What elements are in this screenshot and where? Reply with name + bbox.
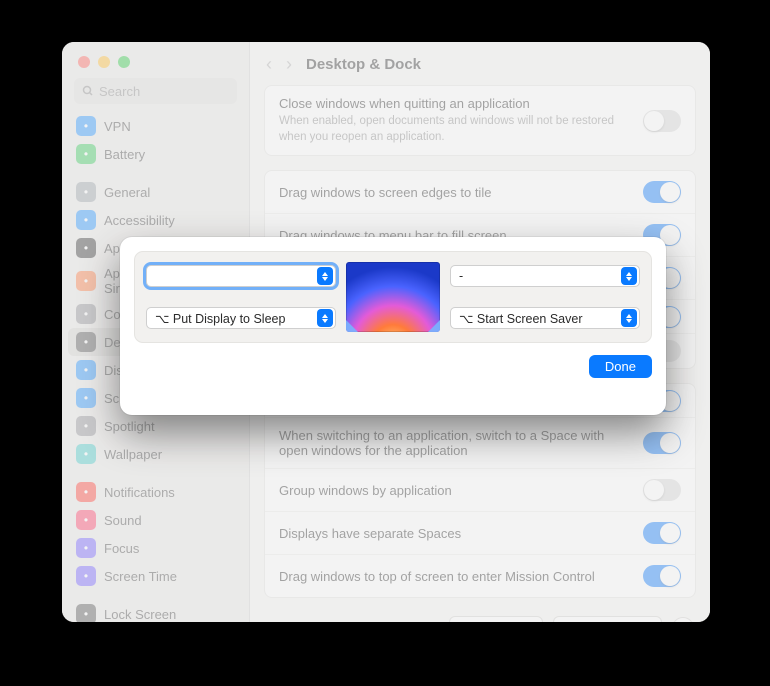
sidebar-item-label: Wallpaper (104, 447, 162, 462)
sidebar-item-label: Focus (104, 541, 139, 556)
screensaver-icon: • (76, 388, 96, 408)
lock-icon: • (76, 604, 96, 622)
edges-toggle[interactable] (643, 181, 681, 203)
fullscreen-window-button[interactable] (118, 56, 130, 68)
sidebar-item-label: General (104, 185, 150, 200)
person-icon: • (76, 210, 96, 230)
battery-icon: • (76, 144, 96, 164)
corner-bottom-right-value: ⌥ Start Screen Saver (459, 311, 582, 326)
chevrons-icon (621, 309, 637, 327)
group-windows-toggle[interactable] (643, 479, 681, 501)
chevrons-icon (621, 267, 637, 285)
page-title: Desktop & Dock (306, 56, 421, 73)
close-windows-toggle[interactable] (643, 110, 681, 132)
close-window-button[interactable] (78, 56, 90, 68)
corner-bottom-right-select[interactable]: ⌥ Start Screen Saver (450, 307, 640, 329)
sidebar-item-label: Screen Time (104, 569, 177, 584)
appearance-icon: • (76, 238, 96, 258)
minimize-window-button[interactable] (98, 56, 110, 68)
dock-icon: • (76, 332, 96, 352)
hot-corners-grid: - ⌥ Put Display to Sleep ⌥ Start Screen … (134, 251, 652, 343)
switch-toggle[interactable] (643, 432, 681, 454)
sidebar-item-notifications[interactable]: • Notifications (68, 478, 243, 506)
group-spaces: When switching to an application, switch… (264, 383, 696, 598)
corner-top-left-select[interactable] (146, 265, 336, 287)
corner-bottom-left-select[interactable]: ⌥ Put Display to Sleep (146, 307, 336, 329)
sidebar-item-label: Sound (104, 513, 142, 528)
sidebar-item-label: Battery (104, 147, 145, 162)
close-windows-label: Close windows when quitting an applicati… (279, 96, 633, 111)
sidebar-item-general[interactable]: • General (68, 178, 243, 206)
corner-top-right-value: - (459, 269, 463, 283)
help-button[interactable]: ? (672, 617, 694, 622)
gear-icon: • (76, 182, 96, 202)
row-separate-spaces: Displays have separate Spaces (265, 512, 695, 555)
chevrons-icon (317, 309, 333, 327)
sidebar-item-accessibility[interactable]: • Accessibility (68, 206, 243, 234)
sidebar-item-sound[interactable]: • Sound (68, 506, 243, 534)
bottom-buttons: Shortcuts… Hot Corners… ? (264, 612, 696, 622)
search-icon (82, 85, 94, 97)
sidebar-item-label: VPN (104, 119, 131, 134)
header: ‹ › Desktop & Dock (250, 42, 710, 85)
wallpaper-icon: • (76, 444, 96, 464)
hourglass-icon: • (76, 566, 96, 586)
search-input[interactable]: Search (74, 78, 237, 104)
moon-icon: • (76, 538, 96, 558)
group-windows-label: Group windows by application (279, 483, 452, 498)
speaker-icon: • (76, 510, 96, 530)
back-button[interactable]: ‹ (266, 54, 272, 75)
corner-indicator-bl (346, 320, 358, 332)
search-icon: • (76, 416, 96, 436)
row-group-windows: Group windows by application (265, 469, 695, 512)
display-thumbnail (346, 262, 440, 332)
sidebar-item-wallpaper[interactable]: • Wallpaper (68, 440, 243, 468)
forward-button[interactable]: › (286, 54, 292, 75)
sidebar-item-label: Spotlight (104, 419, 155, 434)
shortcuts-button[interactable]: Shortcuts… (449, 616, 543, 622)
corner-indicator-br (428, 320, 440, 332)
separate-spaces-toggle[interactable] (643, 522, 681, 544)
row-close-windows: Close windows when quitting an applicati… (265, 86, 695, 155)
ai-icon: • (76, 271, 96, 291)
bell-icon: • (76, 482, 96, 502)
sidebar-item-lock-screen[interactable]: • Lock Screen (68, 600, 243, 622)
vpn-icon: • (76, 116, 96, 136)
corner-bottom-left-value: ⌥ Put Display to Sleep (155, 311, 285, 326)
row-switch: When switching to an application, switch… (265, 418, 695, 469)
sidebar-item-battery[interactable]: • Battery (68, 140, 243, 168)
mission-label: Drag windows to top of screen to enter M… (279, 569, 595, 584)
done-button[interactable]: Done (589, 355, 652, 378)
hot-corners-sheet: - ⌥ Put Display to Sleep ⌥ Start Screen … (120, 237, 666, 415)
mission-toggle[interactable] (643, 565, 681, 587)
window-controls (62, 42, 249, 78)
sidebar-item-vpn[interactable]: • VPN (68, 112, 243, 140)
hot-corners-button[interactable]: Hot Corners… (553, 616, 662, 622)
row-mission: Drag windows to top of screen to enter M… (265, 555, 695, 597)
group-close-windows: Close windows when quitting an applicati… (264, 85, 696, 156)
chevrons-icon (317, 267, 333, 285)
corner-top-right-select[interactable]: - (450, 265, 640, 287)
sidebar-item-label: Lock Screen (104, 607, 176, 622)
sidebar-item-label: Accessibility (104, 213, 175, 228)
separate-spaces-label: Displays have separate Spaces (279, 526, 461, 541)
row-edges: Drag windows to screen edges to tile (265, 171, 695, 214)
sidebar-item-focus[interactable]: • Focus (68, 534, 243, 562)
close-windows-sub: When enabled, open documents and windows… (279, 114, 633, 145)
search-placeholder: Search (99, 84, 140, 99)
switch-label: When switching to an application, switch… (279, 428, 643, 458)
edges-label: Drag windows to screen edges to tile (279, 185, 491, 200)
sidebar-item-screen-time[interactable]: • Screen Time (68, 562, 243, 590)
sidebar-item-spotlight[interactable]: • Spotlight (68, 412, 243, 440)
sun-icon: • (76, 360, 96, 380)
sidebar-item-label: Notifications (104, 485, 175, 500)
sliders-icon: • (76, 304, 96, 324)
